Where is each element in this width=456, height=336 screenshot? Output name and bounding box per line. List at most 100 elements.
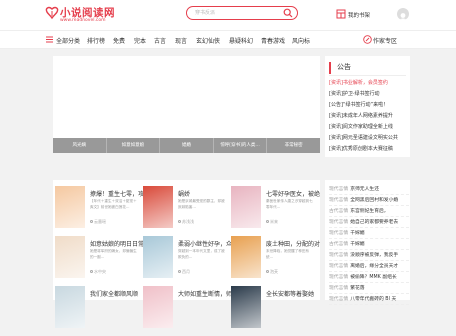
nav-item-trends[interactable]: 风向标 <box>292 36 310 45</box>
book-author-name: 苏浅浅 <box>182 219 194 224</box>
book-cover[interactable] <box>143 236 173 278</box>
notice-item[interactable]: [公告]“绿书签行动”来啦！ <box>329 101 409 108</box>
book-cover[interactable] <box>231 236 261 278</box>
nav-item-modern-romance[interactable]: 现言 <box>175 36 187 45</box>
rank-item[interactable]: 古代言情 千嫁媚 <box>329 239 409 250</box>
rank-category: 现代言情 <box>329 275 349 280</box>
notice-item[interactable]: [资讯]优秀原创剧本大赛征稿 <box>329 145 409 152</box>
rank-item[interactable]: 古代言情 东宫侧妃生育后， <box>329 206 409 217</box>
book-title[interactable]: 我们家全都顺风顺 <box>90 289 144 298</box>
book-cover[interactable] <box>55 286 85 328</box>
banner-tab[interactable]: 娼婚 <box>160 138 214 153</box>
notice-panel: 公告 [资讯]书业解析，会员签约 [资讯]护卫·绿书签行动 [公告]“绿书签行动… <box>325 56 410 157</box>
book-cover[interactable] <box>231 186 261 228</box>
book-title[interactable]: 废土种田，分配的对 <box>266 239 320 248</box>
nav-item-ancient-romance[interactable]: 古言 <box>154 36 166 45</box>
rank-item[interactable]: 现代言情 离婚后，缘分全员天才 <box>329 261 409 272</box>
nav-item-free[interactable]: 免费 <box>113 36 125 45</box>
notice-item[interactable]: [资讯]阅文作家助理全新上线 <box>329 123 409 130</box>
rank-category: 现代言情 <box>329 253 349 258</box>
rank-category: 现代言情 <box>329 286 349 291</box>
book-card[interactable]: 柔弱小继性好孕，众 穿越到一本年代文里，成了被欺负的… 西月 <box>143 236 232 286</box>
logo-icon <box>45 6 59 20</box>
rank-item[interactable]: 现代言情 全网黑后回村和发小婚 <box>329 195 409 206</box>
book-title[interactable]: 大师如重生断情，师 <box>178 289 232 298</box>
rank-item[interactable]: 现代言情 没顺序被反弹，我反手 <box>329 250 409 261</box>
book-card[interactable]: 废土种田，分配的对 末世降临，她觉醒了种田系统… 泡芙 <box>231 236 320 286</box>
pen-icon <box>363 35 372 44</box>
book-card[interactable]: 如意姑娘的明日日常 她是将军府的嫡女，却偏偏生的一副… 水中央 <box>55 236 144 286</box>
book-title[interactable]: 撩爆！重生七零，攻 <box>90 189 144 198</box>
notice-tag: [资讯] <box>329 146 343 152</box>
notice-text: 阅文作家助理全新上线 <box>342 124 393 130</box>
notice-text: 护卫·绿书签行动 <box>342 91 380 97</box>
nav-item-mystery-scifi[interactable]: 悬疑科幻 <box>229 36 253 45</box>
search-box <box>186 6 298 20</box>
author-icon <box>266 220 269 223</box>
notice-item[interactable]: [资讯]未成年人网络素养提升 <box>329 112 409 119</box>
banner-tab[interactable]: 非常秘密 <box>267 138 320 153</box>
rank-category: 现代言情 <box>329 187 349 192</box>
book-card[interactable]: 蜗娇 她是京城最受宠的郡主，却被庶妹陷害… 苏浅浅 <box>143 186 231 236</box>
notice-title: 公告 <box>337 63 351 71</box>
book-card[interactable]: 七零好孕医女，被绝 秦医世家传人唐之汐穿越到七零年代… 米来 <box>231 186 320 236</box>
nav-item-fantasy[interactable]: 玄幻仙侠 <box>196 36 220 45</box>
banner-carousel[interactable] <box>53 56 320 138</box>
bookshelf-label: 我的书架 <box>348 13 371 19</box>
rank-item[interactable]: 现代言情 被偷降？MMK 副组长 <box>329 272 409 283</box>
nav-item-youth-game[interactable]: 青春游戏 <box>261 36 285 45</box>
notice-text: 网元圣语建设文明实公共 <box>342 135 398 141</box>
book-title[interactable]: 如意姑娘的明日日常 <box>90 239 144 248</box>
rank-title: 被偷降？MMK 副组长 <box>350 275 397 280</box>
book-card[interactable]: 撩爆！重生七零，攻 【年代＋重生＋双洁＋甜宠＋爽文】前世她被白莲花… 云墨瑶 <box>55 186 144 236</box>
notice-tag: [资讯] <box>329 91 343 97</box>
rank-category: 现代言情 <box>329 198 349 203</box>
rank-item[interactable]: 现代言情 京师无人生还 <box>329 184 409 195</box>
book-author-name: 云墨瑶 <box>94 219 106 224</box>
book-cover[interactable] <box>143 186 173 228</box>
banner-tabs: 风光嫡 如意如意娘 娼婚 惊呼[穿书]的人类… 非常秘密 <box>53 138 320 153</box>
book-title[interactable]: 七零好孕医女，被绝 <box>266 189 320 198</box>
book-title[interactable]: 全长安都等着娶她 <box>266 289 320 298</box>
search-icon[interactable] <box>283 8 293 18</box>
notice-item[interactable]: [资讯]网元圣语建设文明实公共 <box>329 134 409 141</box>
book-card[interactable]: 我们家全都顺风顺 <box>55 286 143 336</box>
nav-item-all-categories[interactable]: 全部分类 <box>56 36 80 45</box>
nav-item-finished[interactable]: 完本 <box>134 36 146 45</box>
notice-header: 公告 <box>329 62 406 74</box>
rank-item[interactable]: 现代言情 千嫁媚 <box>329 228 409 239</box>
bookshelf-button[interactable]: 我的书架 <box>336 9 370 21</box>
book-cover[interactable] <box>55 186 85 228</box>
book-card[interactable]: 大师如重生断情，师 <box>143 286 232 336</box>
book-title[interactable]: 柔弱小继性好孕，众 <box>178 239 232 248</box>
book-author: 水中央 <box>90 269 106 275</box>
search-input[interactable] <box>195 8 275 18</box>
rank-category: 古代言情 <box>329 209 349 214</box>
logo-subtext: www.readnovel.com <box>60 18 106 23</box>
rank-title: 离婚后，缘分全员天才 <box>350 264 399 269</box>
book-title[interactable]: 蜗娇 <box>178 189 232 198</box>
rank-item[interactable]: 现代言情 她自己的家都要养老去 <box>329 217 409 228</box>
notice-item[interactable]: [资讯]护卫·绿书签行动 <box>329 90 409 97</box>
banner-tab[interactable]: 风光嫡 <box>53 138 107 153</box>
book-cover[interactable] <box>143 286 173 328</box>
notice-tag: [资讯] <box>329 113 343 119</box>
notice-text: 优秀原创剧本大赛征稿 <box>342 146 393 152</box>
author-zone-link[interactable]: 作家专区 <box>363 35 413 45</box>
notice-item[interactable]: [资讯]书业解析，会员签约 <box>329 79 409 86</box>
book-author: 米来 <box>266 219 278 225</box>
book-cover[interactable] <box>55 236 85 278</box>
rank-item[interactable]: 现代言情 繁花落 <box>329 283 409 294</box>
notice-text: 书业解析，会员签约 <box>342 80 388 86</box>
book-description: 她是将军府的嫡女，却偏偏生的一副… <box>90 249 137 259</box>
nav-item-rankings[interactable]: 排行榜 <box>87 36 105 45</box>
book-card[interactable]: 全长安都等着娶她 <box>231 286 319 336</box>
site-logo[interactable]: 小说阅读网 www.readnovel.com <box>45 5 115 27</box>
banner-tab[interactable]: 如意如意娘 <box>107 138 161 153</box>
book-cover[interactable] <box>231 286 261 328</box>
rank-title: 繁花落 <box>350 286 365 291</box>
book-description: 【年代＋重生＋双洁＋甜宠＋爽文】前世她被白莲花… <box>90 199 137 209</box>
banner-tab[interactable]: 惊呼[穿书]的人类… <box>214 138 268 153</box>
avatar[interactable] <box>397 8 409 20</box>
book-description: 秦医世家传人唐之汐穿越到七零年代… <box>266 199 313 209</box>
